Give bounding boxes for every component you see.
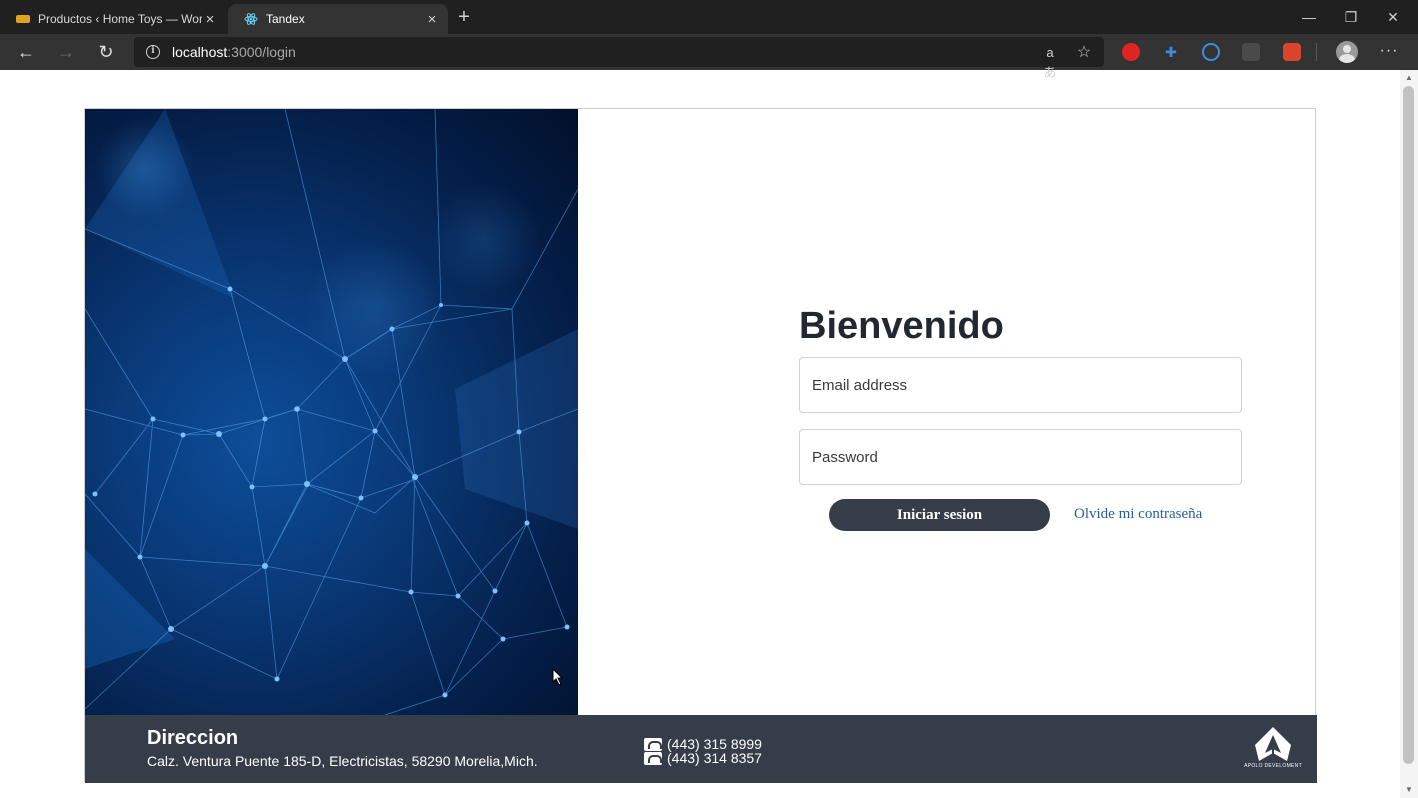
scroll-up-icon[interactable]: ▲: [1400, 70, 1418, 86]
site-info-icon[interactable]: i: [146, 45, 160, 59]
profile-avatar[interactable]: [1336, 41, 1358, 63]
extension-sync-icon[interactable]: [1202, 43, 1220, 61]
extension-red-icon[interactable]: [1283, 43, 1301, 61]
scroll-thumb[interactable]: [1403, 86, 1414, 764]
login-card: Bienvenido Iniciar sesion Olvide mi cont…: [84, 108, 1317, 783]
forward-button[interactable]: →: [52, 38, 80, 66]
address-bar[interactable]: i localhost:3000/login aあ ☆: [134, 37, 1104, 80]
email-field[interactable]: [799, 357, 1242, 413]
url-path: :3000/login: [227, 44, 296, 60]
network-mesh-graphic: [85, 109, 578, 715]
forgot-password-link[interactable]: Olvide mi contraseña: [1074, 506, 1202, 523]
add-favorite-icon[interactable]: ☆: [1074, 43, 1094, 63]
phone-entry: (443) 314 8357: [644, 751, 762, 765]
phone-entry: (443) 315 8999: [644, 737, 762, 751]
read-aloud-icon[interactable]: aあ: [1040, 43, 1060, 80]
address-heading: Direccion: [147, 727, 239, 749]
tab-title: Tandex: [266, 12, 305, 26]
extension-adblock-icon[interactable]: [1122, 43, 1140, 61]
welcome-heading: Bienvenido: [799, 305, 1004, 347]
back-button[interactable]: ←: [12, 38, 40, 66]
phone-number: (443) 314 8357: [667, 750, 762, 766]
scroll-down-icon[interactable]: ▼: [1400, 782, 1418, 798]
close-tab-icon[interactable]: ×: [424, 11, 440, 28]
home-toys-favicon-icon: [16, 15, 30, 23]
logo-wordmark: APOLO DEVELOMENT: [1244, 763, 1302, 769]
tab-home-toys[interactable]: Productos ‹ Home Toys — WordPress ×: [0, 4, 226, 34]
network-hero-image: [85, 109, 578, 715]
site-footer: Direccion Calz. Ventura Puente 185-D, El…: [85, 715, 1317, 783]
phone-icon: [644, 737, 662, 751]
tab-title: Productos ‹ Home Toys — WordPress: [38, 12, 202, 26]
new-tab-button[interactable]: +: [452, 4, 476, 30]
close-tab-icon[interactable]: ×: [202, 11, 218, 28]
browser-toolbar: ← → ↻ i localhost:3000/login aあ ☆ ✚ ···: [0, 34, 1418, 80]
react-favicon-icon: [244, 13, 258, 25]
phone-number: (443) 315 8999: [667, 736, 762, 752]
browser-tab-strip: Productos ‹ Home Toys — WordPress × Tand…: [0, 0, 1418, 34]
tab-tandex[interactable]: Tandex ×: [228, 4, 448, 34]
toolbar-divider: [1316, 43, 1317, 61]
phone-icon: [644, 751, 662, 765]
extension-plus-icon[interactable]: ✚: [1162, 43, 1180, 61]
page-scrollbar[interactable]: ▲ ▼: [1400, 70, 1418, 798]
minimize-button[interactable]: —: [1288, 0, 1330, 34]
url-host: localhost: [172, 44, 228, 60]
close-window-button[interactable]: ✕: [1372, 0, 1414, 34]
address-text: Calz. Ventura Puente 185-D, Electricista…: [147, 753, 538, 769]
login-button[interactable]: Iniciar sesion: [829, 499, 1050, 531]
extension-disabled-icon[interactable]: [1242, 43, 1260, 61]
restore-button[interactable]: ❐: [1330, 0, 1372, 34]
reload-button[interactable]: ↻: [92, 38, 120, 66]
password-field[interactable]: [799, 429, 1242, 485]
mouse-cursor-icon: [552, 668, 564, 686]
settings-menu-icon[interactable]: ···: [1378, 40, 1400, 62]
